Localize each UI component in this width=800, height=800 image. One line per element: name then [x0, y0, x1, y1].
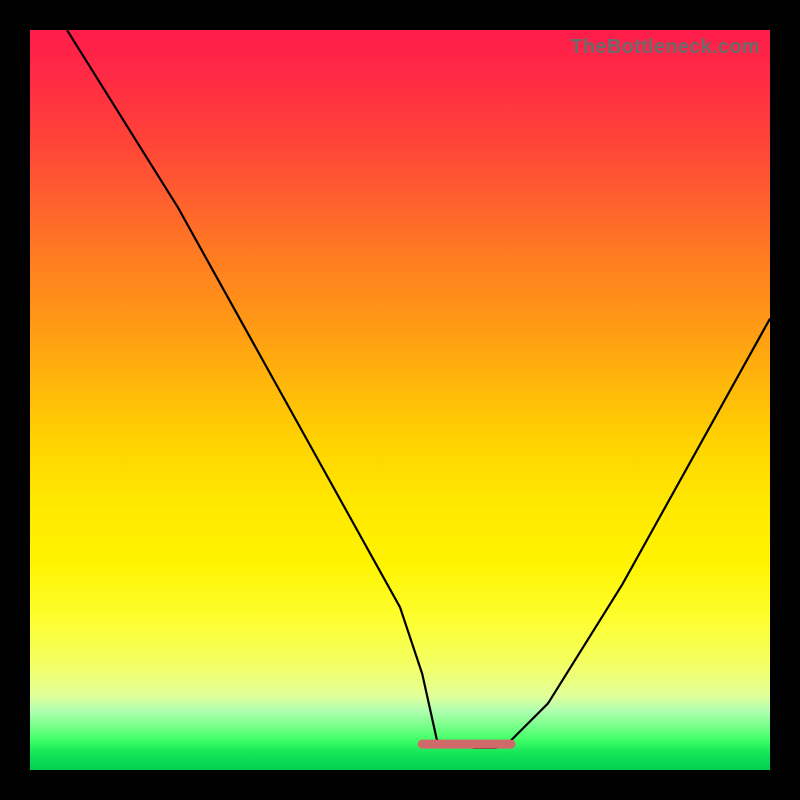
chart-frame: TheBottleneck.com [0, 0, 800, 800]
plot-area: TheBottleneck.com [30, 30, 770, 770]
bottleneck-curve [30, 30, 770, 770]
curve-path [67, 30, 770, 748]
